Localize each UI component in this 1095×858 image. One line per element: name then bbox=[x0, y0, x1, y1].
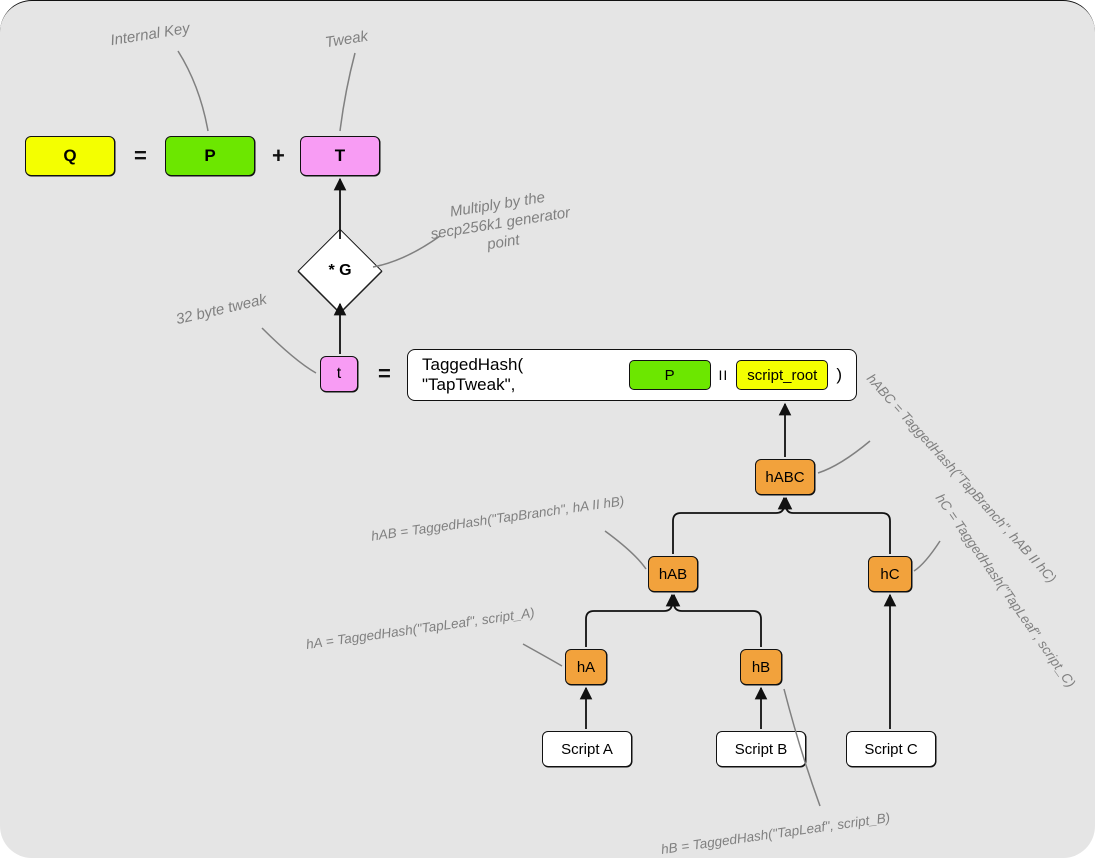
generator-label: * G bbox=[310, 241, 370, 301]
op-equals-2: = bbox=[378, 361, 391, 387]
taghash-suffix: ) bbox=[836, 365, 842, 385]
node-script-c: Script C bbox=[846, 731, 936, 767]
connectors bbox=[0, 1, 1095, 858]
node-script-b: Script B bbox=[716, 731, 806, 767]
op-equals: = bbox=[134, 143, 147, 169]
tagged-hash-expr: TaggedHash( "TapTweak", P II script_root… bbox=[407, 349, 857, 401]
annot-hB: hB = TaggedHash("TapLeaf", script_B) bbox=[660, 810, 891, 857]
node-hB: hB bbox=[740, 649, 782, 685]
diagram-canvas: Internal Key Tweak Q = P + T * G Multipl… bbox=[0, 0, 1095, 858]
taghash-concat: II bbox=[719, 367, 729, 383]
node-hAB: hAB bbox=[648, 556, 698, 592]
node-T: T bbox=[300, 136, 380, 176]
node-script-a: Script A bbox=[542, 731, 632, 767]
taghash-P: P bbox=[629, 360, 711, 390]
node-t: t bbox=[320, 356, 358, 392]
label-generator-desc: Multiply by the secp256k1 generator poin… bbox=[426, 185, 574, 263]
node-generator: * G bbox=[310, 241, 370, 301]
taghash-prefix: TaggedHash( "TapTweak", bbox=[422, 355, 621, 395]
taghash-root: script_root bbox=[736, 360, 828, 390]
annot-hAB: hAB = TaggedHash("TapBranch", hA II hB) bbox=[370, 493, 625, 543]
node-Q: Q bbox=[25, 136, 115, 176]
label-internal-key: Internal Key bbox=[109, 20, 191, 49]
label-tweak: Tweak bbox=[324, 28, 369, 52]
annot-hA: hA = TaggedHash("TapLeaf", script_A) bbox=[305, 605, 535, 652]
annot-hABC: hABC = TaggedHash("TapBranch", hAB II hC… bbox=[864, 371, 1059, 586]
node-P: P bbox=[165, 136, 255, 176]
node-hA: hA bbox=[565, 649, 607, 685]
node-hABC: hABC bbox=[755, 459, 815, 495]
node-hC: hC bbox=[868, 556, 912, 592]
op-plus: + bbox=[272, 143, 285, 169]
label-32byte: 32 byte tweak bbox=[174, 291, 268, 328]
